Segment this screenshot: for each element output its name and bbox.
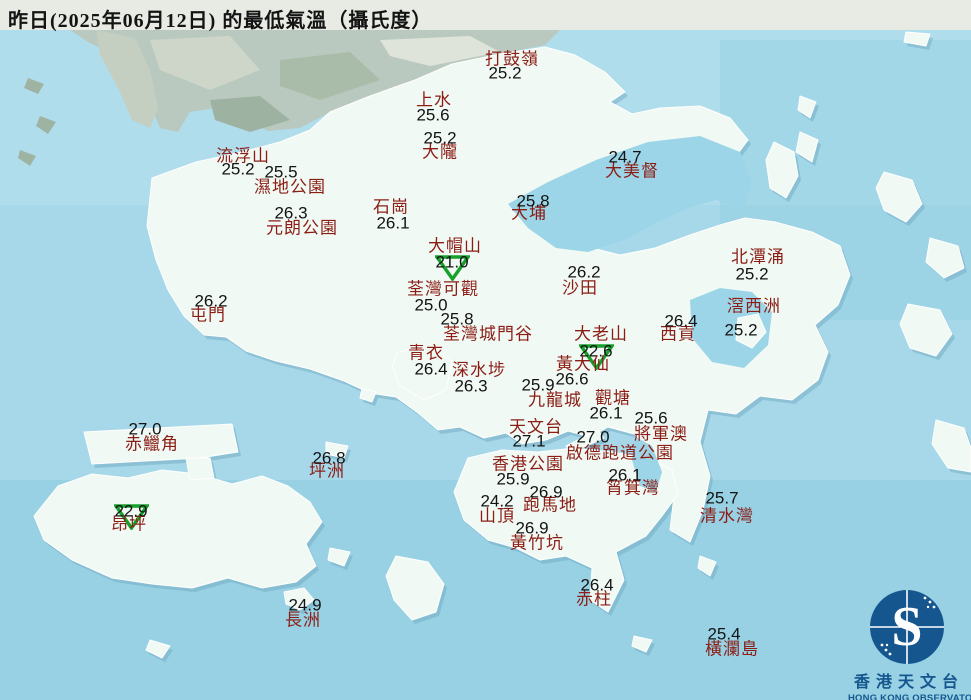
station-value-label: 25.8 bbox=[516, 191, 550, 211]
station-value-label: 26.3 bbox=[454, 376, 488, 396]
station-value-label: 21.0 bbox=[435, 252, 469, 272]
station-value-label: 27.0 bbox=[576, 427, 610, 447]
station-value-label: 25.4 bbox=[707, 624, 741, 644]
station-value-label: 26.9 bbox=[529, 482, 563, 502]
station-value-label: 26.1 bbox=[589, 403, 623, 423]
station-value-label: 25.6 bbox=[634, 408, 668, 428]
station-value-label: 25.2 bbox=[735, 264, 769, 284]
station-value-label: 24.9 bbox=[288, 595, 322, 615]
station-value-label: 26.1 bbox=[376, 213, 410, 233]
hko-logo-icon: S bbox=[870, 590, 944, 664]
station-name-label: 啟德跑道公園 bbox=[566, 443, 674, 463]
hko-logo-chinese: 香港天文台 bbox=[853, 674, 964, 691]
station-value-label: 27.0 bbox=[128, 419, 162, 439]
station-name-label: 滘西洲 bbox=[727, 296, 781, 316]
station-value-label: 26.8 bbox=[312, 448, 346, 468]
station-value-label: 26.4 bbox=[580, 575, 614, 595]
station-value-label: 25.9 bbox=[521, 375, 555, 395]
station-value-label: 24.2 bbox=[480, 491, 514, 511]
station-value-label: 25.2 bbox=[423, 128, 457, 148]
station-name-label: 北潭涌 bbox=[731, 247, 785, 267]
station-value-label: 26.3 bbox=[274, 203, 308, 223]
svg-text:S: S bbox=[891, 596, 922, 658]
station-value-label: 25.9 bbox=[496, 469, 530, 489]
stations-layer: 打鼓嶺 25.2 上水 25.6 大隴 25.2 流浮山 25.2 濕地公園 25.5 元朗公園 26… bbox=[0, 0, 971, 700]
station-name-label: 大老山 bbox=[574, 324, 628, 344]
weather-map-canvas: 昨日(2025年06月12日) 的最低氣溫（攝氏度） 打鼓嶺 25.2 上水 25.6… bbox=[0, 0, 971, 700]
station-value-label: 22.9 bbox=[114, 501, 148, 521]
map-title: 昨日(2025年06月12日) 的最低氣溫（攝氏度） bbox=[8, 10, 433, 32]
station-value-label: 27.1 bbox=[512, 431, 546, 451]
hko-logo-english: HONG KONG OBSERVATORY bbox=[848, 693, 971, 700]
station-name-label: 沙田 bbox=[562, 278, 598, 298]
station-value-label: 26.9 bbox=[515, 518, 549, 538]
station-value-label: 24.7 bbox=[608, 147, 642, 167]
station-value-label: 26.2 bbox=[567, 262, 601, 282]
station-value-label: 25.2 bbox=[724, 320, 758, 340]
station-value-label: 26.4 bbox=[664, 311, 698, 331]
station-value-label: 26.6 bbox=[555, 369, 589, 389]
station-value-label: 25.2 bbox=[221, 159, 255, 179]
station-value-label: 25.8 bbox=[440, 309, 474, 329]
station-value-label: 26.4 bbox=[414, 359, 448, 379]
station-value-label: 25.2 bbox=[488, 63, 522, 83]
hko-logo: S 香港天文台 HONG KONG OBSERVATORY bbox=[848, 588, 971, 700]
station-name-label: 將軍澳 bbox=[634, 424, 688, 444]
station-value-label: 26.2 bbox=[194, 291, 228, 311]
station-value-label: 26.1 bbox=[608, 465, 642, 485]
station-value-label: 25.6 bbox=[416, 105, 450, 125]
station-name-label: 清水灣 bbox=[700, 506, 754, 526]
station-value-label: 25.7 bbox=[705, 488, 739, 508]
station-value-label: 25.5 bbox=[264, 162, 298, 182]
